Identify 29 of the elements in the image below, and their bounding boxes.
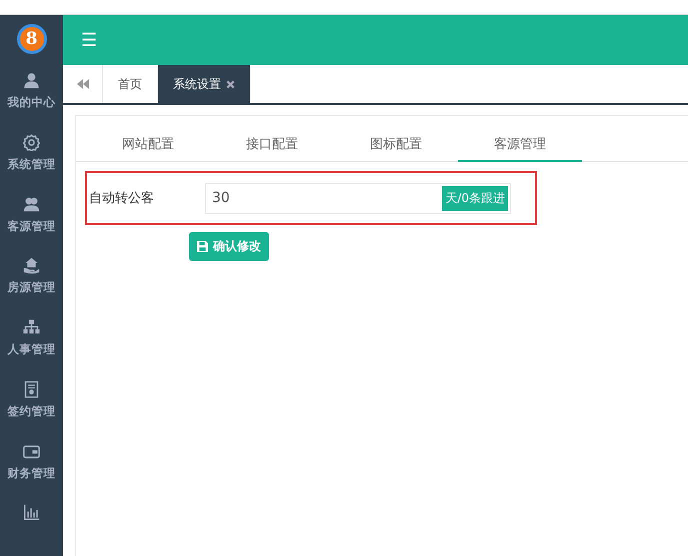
field-label: 自动转公客 (88, 190, 155, 207)
house-icon[interactable] (23, 257, 40, 274)
sidebar-item[interactable]: 签约管理 (8, 404, 56, 419)
contract-icon[interactable] (23, 380, 40, 398)
org-icon[interactable] (23, 319, 40, 336)
sidebar-item[interactable]: 我的中心 (8, 95, 56, 110)
settings-tab[interactable]: 图标配置 (334, 128, 458, 162)
settings-tab[interactable]: 网站配置 (86, 128, 210, 162)
user-icon[interactable] (23, 72, 40, 90)
sidebar-item[interactable]: 房源管理 (8, 280, 56, 296)
menu-button[interactable]: ☰ (77, 29, 101, 51)
save-icon (197, 241, 208, 252)
unit-addon: 天/0条跟进 (442, 186, 508, 210)
chart-icon[interactable] (23, 504, 40, 522)
users-icon[interactable] (23, 196, 40, 213)
sidebar-item[interactable]: 人事管理 (8, 342, 56, 358)
settings-icon[interactable] (23, 134, 40, 151)
close-icon[interactable] (226, 80, 235, 88)
settings-tab[interactable]: 客源管理 (458, 128, 582, 162)
page-tab[interactable]: 系统设置 (158, 65, 251, 103)
double-left-arrow-icon (76, 79, 88, 89)
sidebar-item[interactable]: 客源管理 (8, 218, 56, 234)
sidebar-item[interactable]: 财务管理 (8, 466, 56, 481)
wallet-icon[interactable] (23, 442, 40, 460)
input-field[interactable]: 30 天/0条跟进 (205, 182, 511, 214)
logo: 8 (16, 24, 46, 54)
settings-tab[interactable]: 接口配置 (210, 128, 334, 162)
sidebar-item[interactable]: 系统管理 (8, 156, 56, 172)
confirm-button[interactable]: 确认修改 (189, 232, 269, 261)
